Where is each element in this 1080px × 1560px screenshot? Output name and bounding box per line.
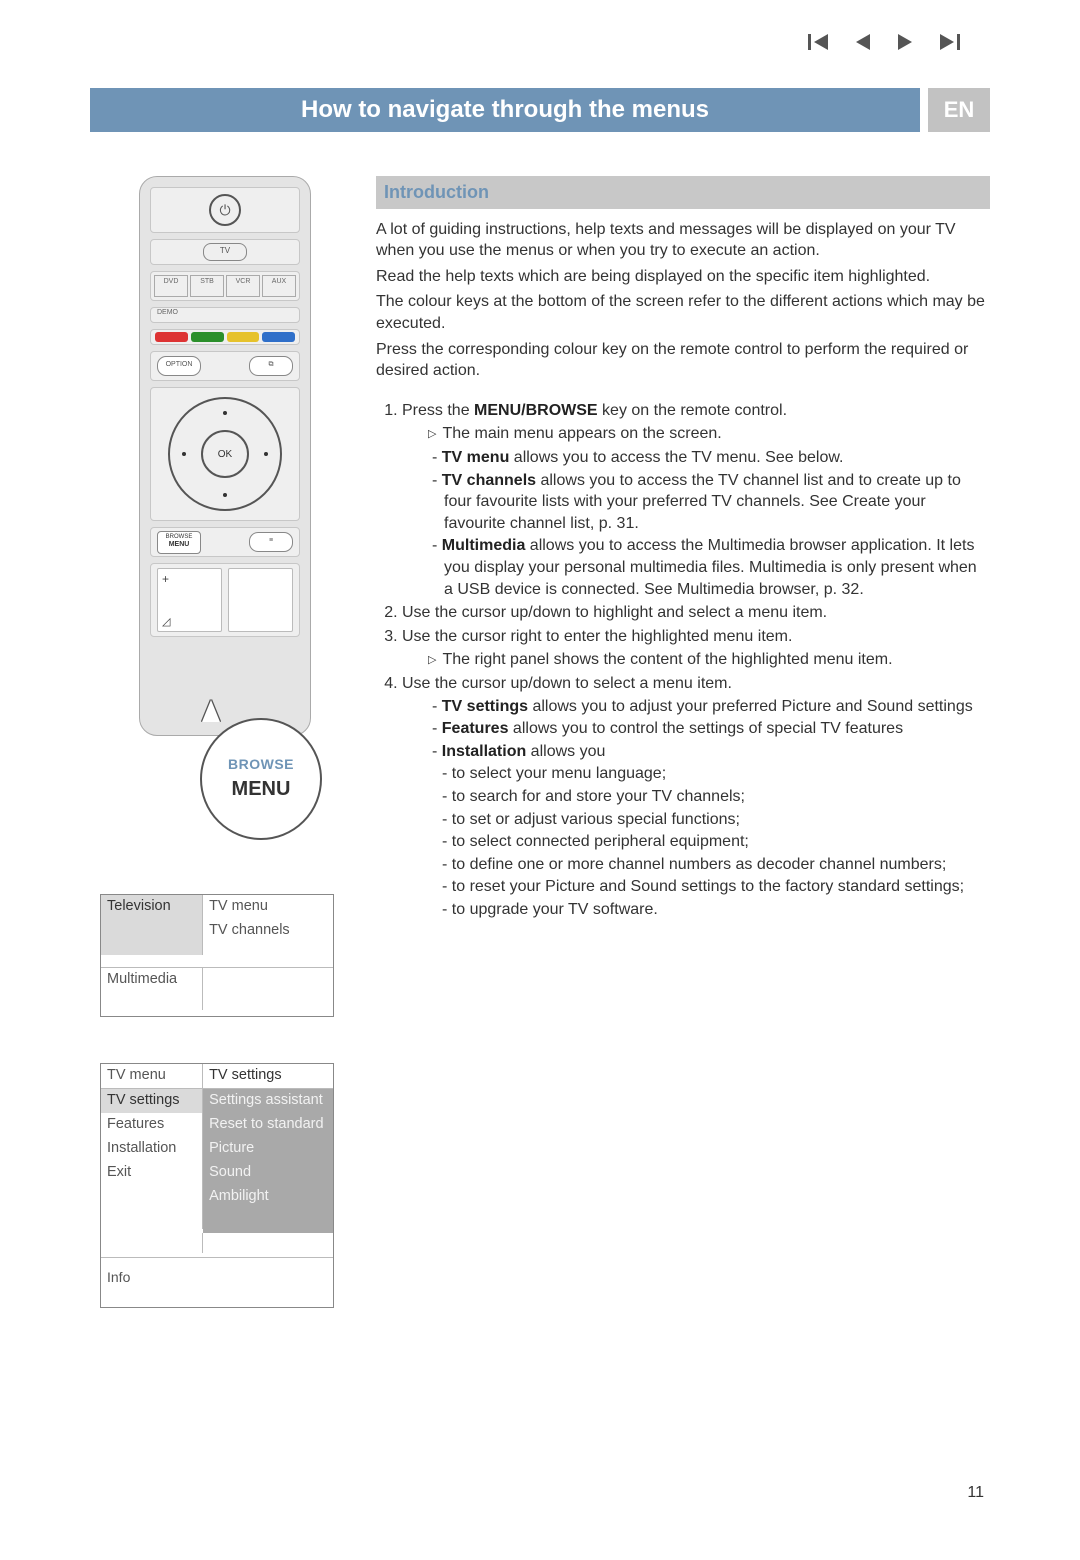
intro-p4: Press the corresponding colour key on th…	[376, 339, 990, 382]
step-1-tvmenu: - TV menu allows you to access the TV me…	[432, 447, 990, 469]
menu2-right-settingsassistant: Settings assistant	[203, 1089, 333, 1113]
power-icon: ⏻	[209, 194, 241, 226]
mode-row: DVD STB VCR AUX	[150, 271, 300, 301]
volume-rocker: + ◿	[157, 568, 222, 632]
menu2-left-tvsettings: TV settings	[101, 1089, 203, 1113]
menu-callout: BROWSE MENU	[200, 718, 322, 840]
teletext-icon: ≡	[249, 532, 293, 552]
step-3-result: ▷The right panel shows the content of th…	[428, 649, 990, 671]
step-4-features: - Features allows you to control the set…	[432, 718, 990, 740]
browse-menu-button: BROWSE MENU	[157, 531, 201, 554]
step-4c-item-4: - to define one or more channel numbers …	[442, 854, 990, 876]
title-row: How to navigate through the menus EN	[90, 88, 990, 132]
step-1-multimedia: - Multimedia allows you to access the Mu…	[432, 535, 990, 600]
intro-p3: The colour keys at the bottom of the scr…	[376, 291, 990, 334]
step-4: Use the cursor up/down to select a menu …	[402, 673, 990, 921]
pip-icon: ⧉	[249, 356, 293, 376]
menu2-left-header: TV menu	[101, 1064, 203, 1088]
callout-menu: MENU	[232, 776, 291, 803]
skip-prev-icon[interactable]	[808, 34, 830, 50]
mode-vcr: VCR	[226, 275, 260, 297]
remote-control-illustration: ⏻ TV DVD STB VCR AUX DEMO	[139, 176, 311, 736]
menu2-right-picture: Picture	[203, 1137, 333, 1161]
steps-list: Press the MENU/BROWSE key on the remote …	[376, 400, 990, 921]
ok-button: OK	[201, 430, 249, 478]
callout-tail	[202, 700, 220, 722]
page-title: How to navigate through the menus	[90, 88, 920, 132]
menu2-right-reset: Reset to standard	[203, 1113, 333, 1137]
intro-p2: Read the help texts which are being disp…	[376, 266, 990, 288]
channel-rocker	[228, 568, 293, 632]
step-4c-item-3: - to select connected peripheral equipme…	[442, 831, 990, 853]
intro-heading: Introduction	[376, 176, 990, 208]
step-1-result: ▷The main menu appears on the screen.	[428, 423, 990, 445]
colour-keys	[150, 329, 300, 345]
page-number: 11	[967, 1482, 984, 1504]
menu2-right-header: TV settings	[203, 1064, 333, 1088]
step-4c-item-0: - to select your menu language;	[442, 763, 990, 785]
mode-aux: AUX	[262, 275, 296, 297]
mode-stb: STB	[190, 275, 224, 297]
menu2-left-features: Features	[101, 1113, 203, 1137]
language-badge: EN	[928, 88, 990, 132]
prev-icon[interactable]	[854, 34, 872, 50]
step-2: Use the cursor up/down to highlight and …	[402, 602, 990, 624]
menu2-left-installation: Installation	[101, 1137, 203, 1161]
option-button: OPTION	[157, 356, 201, 376]
callout-browse: BROWSE	[228, 755, 294, 774]
right-column: Introduction A lot of guiding instructio…	[376, 176, 990, 1354]
menu1-left-television: Television	[101, 895, 203, 919]
menu-panel-main: Television TV menu TV channels Multimedi…	[100, 894, 334, 1017]
step-4-tvsettings: - TV settings allows you to adjust your …	[432, 696, 990, 718]
menu1-left-multimedia: Multimedia	[101, 968, 203, 992]
manual-page: How to navigate through the menus EN ⏻ T…	[0, 0, 1080, 1560]
menu2-left-exit: Exit	[101, 1161, 203, 1185]
menu2-info-label: Info	[101, 1258, 333, 1307]
top-nav-icons	[808, 34, 960, 50]
next-icon[interactable]	[896, 34, 914, 50]
step-4c-item-1: - to search for and store your TV channe…	[442, 786, 990, 808]
step-1: Press the MENU/BROWSE key on the remote …	[402, 400, 990, 600]
left-column: ⏻ TV DVD STB VCR AUX DEMO	[100, 176, 350, 1354]
menu1-right-tvchannels: TV channels	[203, 919, 333, 943]
tv-mode-button: TV	[203, 243, 247, 261]
step-4c-item-6: - to upgrade your TV software.	[442, 899, 990, 921]
intro-p1: A lot of guiding instructions, help text…	[376, 219, 990, 262]
demo-label: DEMO	[150, 307, 300, 323]
menu1-right-tvmenu: TV menu	[203, 895, 333, 919]
step-4-installation: - Installation allows you	[432, 741, 990, 763]
mode-dvd: DVD	[154, 275, 188, 297]
menu-panel-tvmenu: TV menu TV settings TV settings Settings…	[100, 1063, 334, 1308]
skip-next-icon[interactable]	[938, 34, 960, 50]
dpad-ring: OK	[168, 397, 282, 511]
menu2-right-ambilight: Ambilight	[203, 1185, 333, 1209]
step-3: Use the cursor right to enter the highli…	[402, 626, 990, 671]
step-4c-item-5: - to reset your Picture and Sound settin…	[442, 876, 990, 898]
step-1-tvchannels: - TV channels allows you to access the T…	[432, 470, 990, 535]
step-4c-item-2: - to set or adjust various special funct…	[442, 809, 990, 831]
menu2-right-sound: Sound	[203, 1161, 333, 1185]
